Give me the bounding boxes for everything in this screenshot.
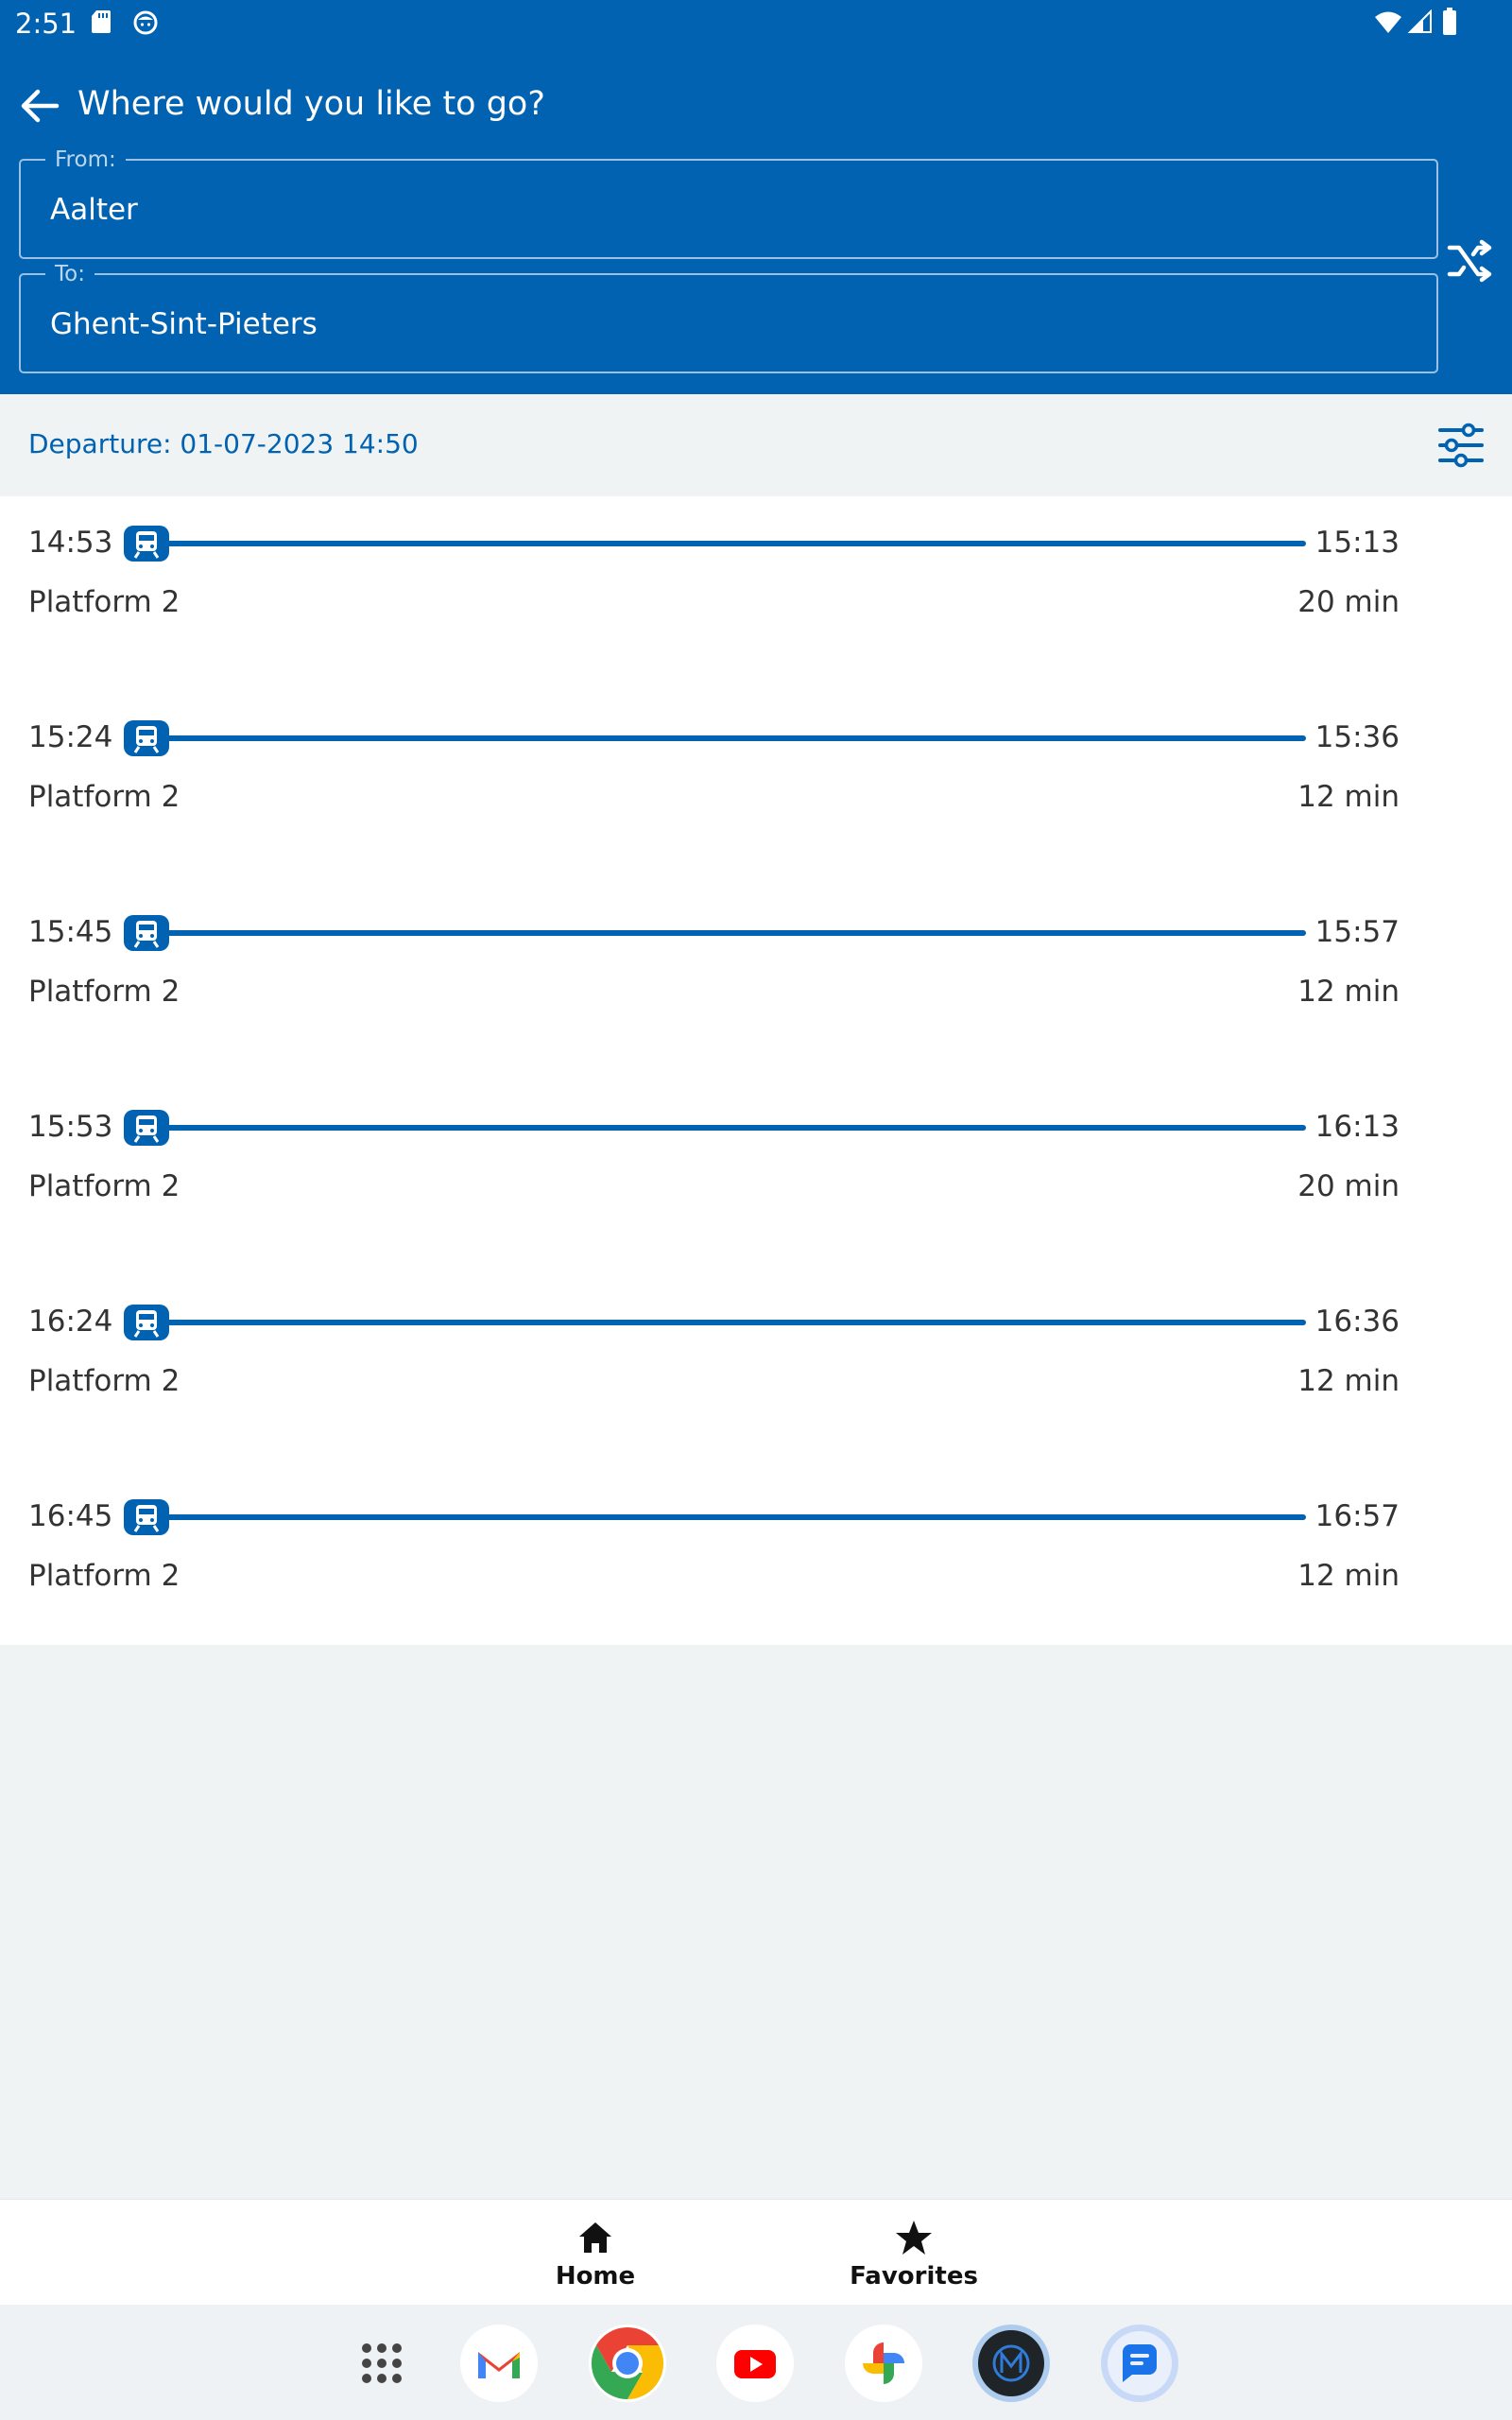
to-label: To:	[45, 262, 94, 286]
bottom-navigation: Home Favorites	[0, 2199, 1512, 2305]
trip-row[interactable]: 16:45 16:57 Platform 2 12 min	[0, 1470, 1512, 1665]
app-drawer-icon[interactable]	[342, 2324, 421, 2403]
platform-label: Platform 2	[28, 585, 180, 619]
trip-duration: 12 min	[1297, 1559, 1400, 1593]
nav-home-label: Home	[555, 2262, 636, 2290]
platform-label: Platform 2	[28, 1364, 180, 1398]
status-time: 2:51	[15, 8, 77, 40]
trip-duration: 12 min	[1297, 780, 1400, 814]
train-icon	[124, 915, 169, 951]
swap-stations-icon[interactable]	[1446, 238, 1495, 284]
app-header: 2:51 Where would you like to go? From: A…	[0, 0, 1512, 394]
metro-app-icon[interactable]	[971, 2324, 1051, 2403]
platform-label: Platform 2	[28, 1169, 180, 1203]
battery-icon	[1443, 8, 1456, 35]
train-icon	[124, 1110, 169, 1146]
from-field[interactable]: From: Aalter	[19, 147, 1438, 259]
arrival-time: 15:13	[1314, 526, 1400, 560]
trip-duration: 12 min	[1297, 975, 1400, 1009]
trip-row[interactable]: 16:24 16:36 Platform 2 12 min	[0, 1275, 1512, 1470]
arrival-time: 16:13	[1314, 1110, 1400, 1144]
trip-duration: 20 min	[1297, 585, 1400, 619]
route-line	[166, 1320, 1306, 1325]
platform-label: Platform 2	[28, 975, 180, 1009]
from-input[interactable]: Aalter	[50, 193, 1373, 227]
chrome-icon[interactable]	[588, 2324, 667, 2403]
departure-time: 15:24	[28, 720, 113, 754]
nav-home[interactable]: Home	[501, 2200, 690, 2306]
trip-row[interactable]: 15:24 15:36 Platform 2 12 min	[0, 691, 1512, 886]
home-icon	[579, 2222, 611, 2253]
back-arrow-icon[interactable]	[17, 87, 60, 125]
departure-bar: Departure: 01-07-2023 14:50	[0, 394, 1512, 496]
filter-settings-icon[interactable]	[1436, 423, 1486, 468]
nav-favorites-label: Favorites	[850, 2262, 978, 2290]
train-icon	[124, 1305, 169, 1340]
gmail-icon[interactable]	[459, 2324, 539, 2403]
train-icon	[124, 720, 169, 756]
trip-row[interactable]: 15:53 16:13 Platform 2 20 min	[0, 1080, 1512, 1275]
photos-icon[interactable]	[844, 2324, 923, 2403]
nav-favorites[interactable]: Favorites	[819, 2200, 1008, 2306]
star-icon	[896, 2221, 932, 2255]
trip-duration: 12 min	[1297, 1364, 1400, 1398]
arrival-time: 15:36	[1314, 720, 1400, 754]
youtube-icon[interactable]	[715, 2324, 795, 2403]
departure-time-label[interactable]: Departure: 01-07-2023 14:50	[28, 428, 419, 459]
page-title: Where would you like to go?	[77, 85, 545, 123]
train-icon	[124, 526, 169, 562]
route-line	[166, 1514, 1306, 1520]
platform-label: Platform 2	[28, 780, 180, 814]
arrival-time: 15:57	[1314, 915, 1400, 949]
route-line	[166, 930, 1306, 936]
status-bar: 2:51	[0, 0, 1512, 47]
trip-results-list: 14:53 15:13 Platform 2 20 min 15:24 15:3…	[0, 496, 1512, 1645]
route-line	[166, 1125, 1306, 1131]
route-line	[166, 735, 1306, 741]
trip-row[interactable]: 15:45 15:57 Platform 2 12 min	[0, 886, 1512, 1080]
assistant-face-icon	[133, 10, 158, 35]
messages-icon[interactable]	[1100, 2324, 1179, 2403]
departure-time: 14:53	[28, 526, 113, 560]
train-icon	[124, 1499, 169, 1535]
to-field[interactable]: To: Ghent-Sint-Pieters	[19, 262, 1438, 373]
route-line	[166, 541, 1306, 546]
cell-signal-icon	[1407, 9, 1432, 33]
departure-time: 16:45	[28, 1499, 113, 1533]
sd-card-icon	[92, 10, 111, 33]
to-input[interactable]: Ghent-Sint-Pieters	[50, 307, 1373, 341]
departure-time: 15:53	[28, 1110, 113, 1144]
arrival-time: 16:36	[1314, 1305, 1400, 1339]
wifi-icon	[1375, 11, 1401, 33]
trip-row[interactable]: 14:53 15:13 Platform 2 20 min	[0, 496, 1512, 691]
departure-time: 15:45	[28, 915, 113, 949]
departure-time: 16:24	[28, 1305, 113, 1339]
trip-duration: 20 min	[1297, 1169, 1400, 1203]
platform-label: Platform 2	[28, 1559, 180, 1593]
launcher-dock	[0, 2305, 1512, 2420]
from-label: From:	[45, 147, 126, 172]
arrival-time: 16:57	[1314, 1499, 1400, 1533]
